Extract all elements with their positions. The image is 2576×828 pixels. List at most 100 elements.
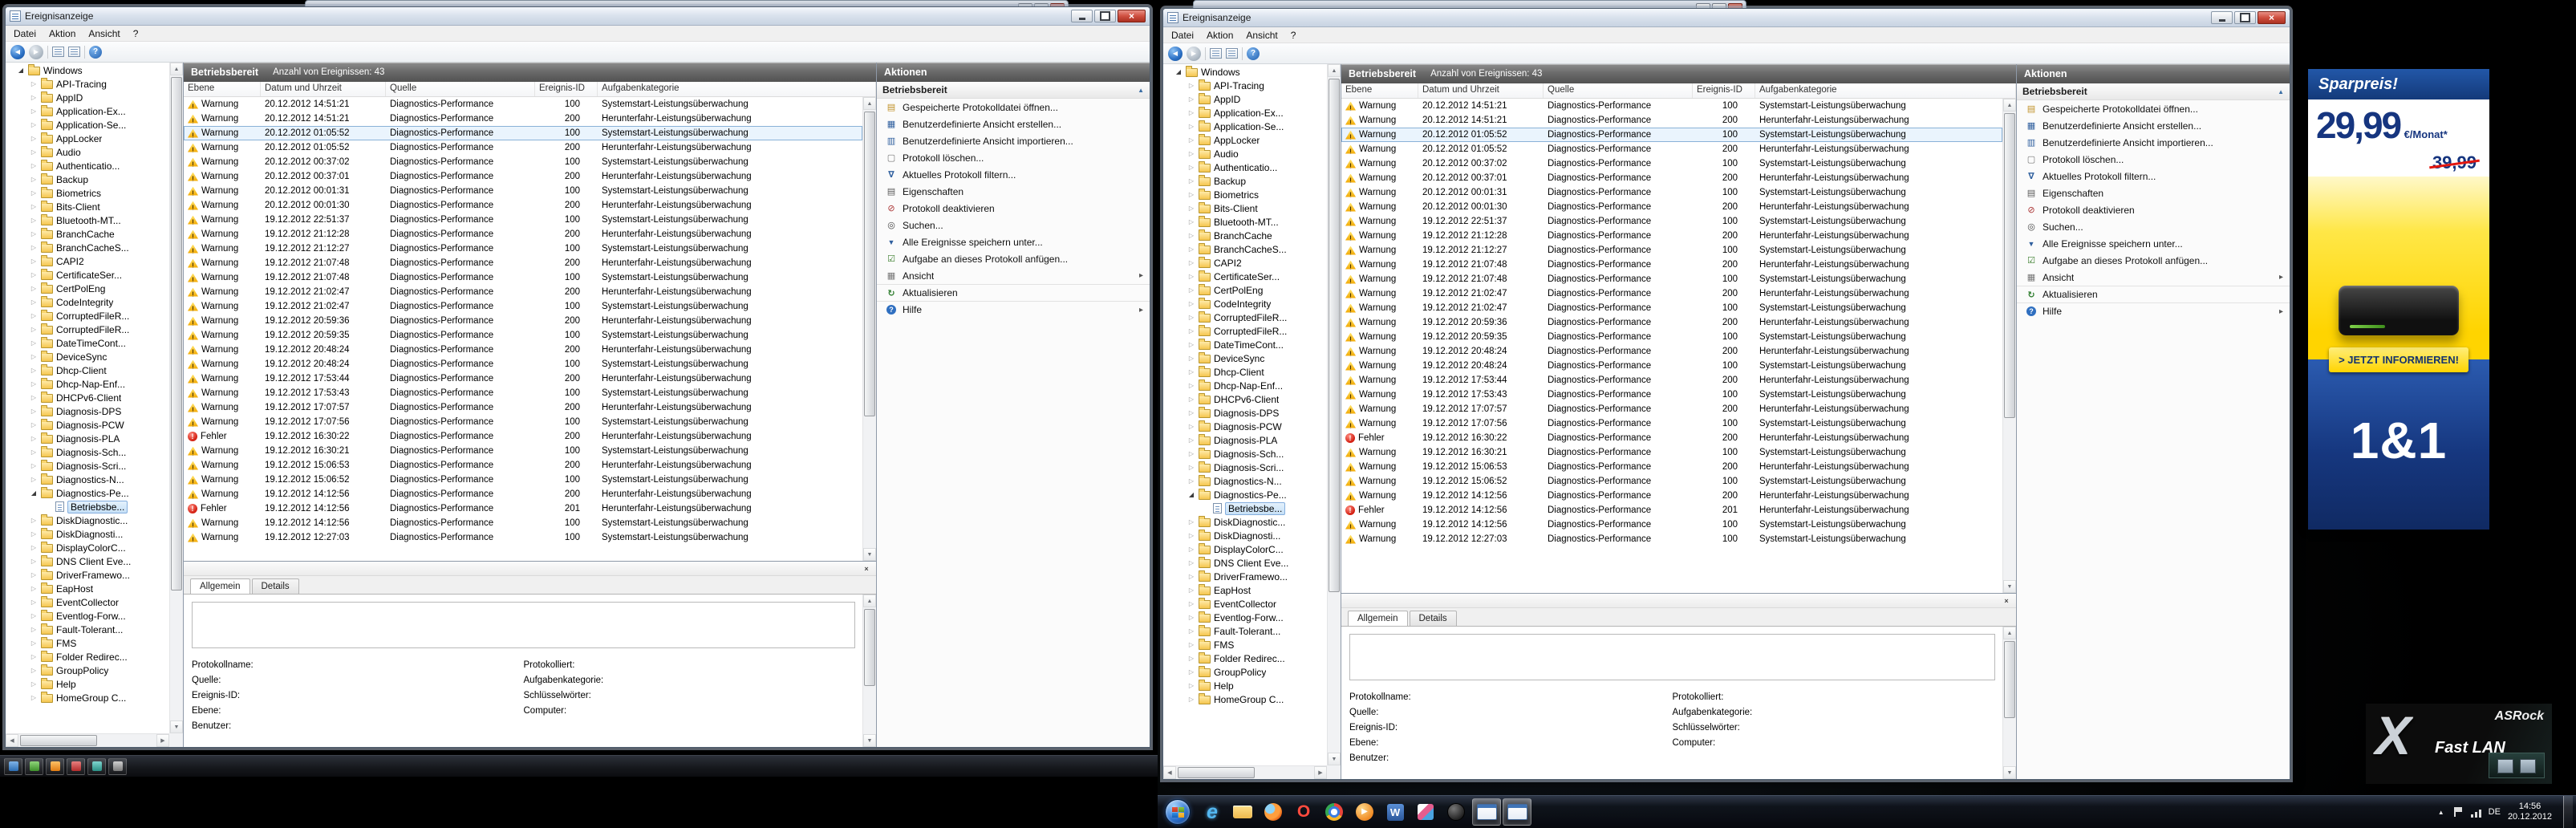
- action-item[interactable]: Protokoll löschen...: [877, 149, 1150, 166]
- tree-item[interactable]: AppLocker: [1163, 133, 1327, 147]
- scrollbar-thumb[interactable]: [1178, 767, 1255, 778]
- tree-expander-icon[interactable]: [1187, 423, 1195, 430]
- tree-expander-icon[interactable]: [30, 258, 38, 265]
- minimize-button[interactable]: [2211, 11, 2233, 24]
- tree-item[interactable]: Eventlog-Forw...: [1163, 611, 1327, 624]
- event-row[interactable]: Warnung 19.12.2012 21:07:48 Diagnostics-…: [184, 256, 862, 270]
- tree-item[interactable]: Betriebsbe...: [6, 500, 169, 513]
- close-preview-button[interactable]: [2000, 595, 2013, 606]
- tree-item[interactable]: DHCPv6-Client: [1163, 392, 1327, 406]
- clock[interactable]: 14:56 20.12.2012: [2508, 802, 2552, 822]
- action-center-icon[interactable]: [2452, 806, 2463, 818]
- tree-item[interactable]: DisplayColorC...: [6, 541, 169, 554]
- window-titlebar[interactable]: Ereignisanzeige: [1163, 9, 2290, 27]
- tree-item[interactable]: Audio: [6, 145, 169, 159]
- event-row[interactable]: Warnung 19.12.2012 12:27:03 Diagnostics-…: [184, 530, 862, 545]
- tree-expander-icon[interactable]: [30, 448, 38, 456]
- tree-expander-icon[interactable]: [1187, 218, 1195, 225]
- tree-expander-icon[interactable]: [1187, 191, 1195, 198]
- event-row[interactable]: Fehler 19.12.2012 16:30:22 Diagnostics-P…: [184, 429, 862, 444]
- tree-expander-icon[interactable]: [30, 230, 38, 237]
- tree-expander-icon[interactable]: [30, 353, 38, 360]
- event-row[interactable]: Warnung 19.12.2012 17:07:57 Diagnostics-…: [184, 400, 862, 415]
- tree-item[interactable]: Dhcp-Client: [6, 363, 169, 377]
- tree-expander-icon[interactable]: [30, 189, 38, 197]
- scroll-up-button[interactable]: ▲: [1328, 64, 1341, 77]
- action-item[interactable]: Alle Ereignisse speichern unter...: [2017, 235, 2290, 252]
- tree-expander-icon[interactable]: [1187, 232, 1195, 239]
- tree-expander-icon[interactable]: [1187, 573, 1195, 580]
- tree-expander-icon[interactable]: [1187, 696, 1195, 703]
- event-row[interactable]: Warnung 19.12.2012 21:07:48 Diagnostics-…: [1341, 272, 2002, 286]
- tree-item[interactable]: DriverFramewo...: [1163, 570, 1327, 583]
- action-item[interactable]: Benutzerdefinierte Ansicht importieren..…: [877, 132, 1150, 149]
- tree-item[interactable]: CertificateSer...: [1163, 270, 1327, 283]
- tree-expander-icon[interactable]: [30, 408, 38, 415]
- tree-expander-icon[interactable]: [30, 626, 38, 633]
- action-item[interactable]: Aufgabe an dieses Protokoll anfügen...: [877, 250, 1150, 267]
- column-header-datum[interactable]: Datum und Uhrzeit: [261, 82, 386, 96]
- event-row[interactable]: Warnung 19.12.2012 17:53:43 Diagnostics-…: [1341, 388, 2002, 402]
- event-row[interactable]: Warnung 19.12.2012 20:48:24 Diagnostics-…: [184, 343, 862, 357]
- tree-expander-icon[interactable]: [1187, 518, 1195, 526]
- column-header-aufgabenkategorie[interactable]: Aufgabenkategorie: [1755, 83, 2016, 98]
- tree-expander-icon[interactable]: [1187, 396, 1195, 403]
- taskbar-app-button[interactable]: [1320, 798, 1349, 826]
- tree-vertical-scrollbar[interactable]: ▲ ▼: [1327, 64, 1341, 765]
- taskbar-icon[interactable]: [4, 757, 22, 775]
- tree-expander-icon[interactable]: [30, 271, 38, 278]
- taskbar-app-button[interactable]: [1228, 798, 1257, 826]
- scrollbar-thumb[interactable]: [2004, 113, 2015, 418]
- scrollbar-thumb[interactable]: [20, 735, 97, 746]
- action-item[interactable]: Suchen...: [2017, 218, 2290, 235]
- tree-item[interactable]: DeviceSync: [6, 350, 169, 363]
- tree-item[interactable]: CorruptedFileR...: [6, 309, 169, 323]
- tree-expander-icon[interactable]: [30, 571, 38, 578]
- action-item[interactable]: Protokoll deaktivieren: [877, 200, 1150, 217]
- tree-expander-icon[interactable]: [1187, 205, 1195, 212]
- tree-expander-icon[interactable]: [30, 176, 38, 183]
- tree-item[interactable]: GroupPolicy: [1163, 665, 1327, 679]
- action-item[interactable]: Hilfe: [2017, 302, 2290, 319]
- tree-expander-icon[interactable]: [1187, 436, 1195, 444]
- network-icon[interactable]: [2469, 806, 2481, 818]
- menu-item[interactable]: Datei: [1165, 28, 1200, 43]
- event-row[interactable]: Warnung 20.12.2012 00:37:01 Diagnostics-…: [1341, 171, 2002, 185]
- menu-item[interactable]: Ansicht: [82, 26, 126, 41]
- tree-expander-icon[interactable]: [30, 694, 38, 701]
- tree-item[interactable]: DateTimeCont...: [6, 336, 169, 350]
- taskbar-icon[interactable]: [25, 757, 43, 775]
- action-item[interactable]: Gespeicherte Protokolldatei öffnen...: [877, 99, 1150, 116]
- tree-item[interactable]: DateTimeCont...: [1163, 338, 1327, 351]
- event-row[interactable]: Fehler 19.12.2012 14:12:56 Diagnostics-P…: [184, 501, 862, 516]
- maximize-button[interactable]: [1094, 10, 1116, 22]
- column-header-ereignis-id[interactable]: Ereignis-ID: [1693, 83, 1755, 98]
- tree-item[interactable]: Diagnosis-Sch...: [1163, 447, 1327, 461]
- tree-expander-icon[interactable]: [1187, 82, 1195, 89]
- action-item[interactable]: Protokoll löschen...: [2017, 151, 2290, 168]
- tree-item[interactable]: CodeIntegrity: [1163, 297, 1327, 310]
- tree-item[interactable]: Diagnosis-PLA: [1163, 433, 1327, 447]
- event-row[interactable]: Warnung 20.12.2012 00:01:31 Diagnostics-…: [1341, 185, 2002, 200]
- action-item[interactable]: Alle Ereignisse speichern unter...: [877, 233, 1150, 250]
- tree-vertical-scrollbar[interactable]: ▲ ▼: [169, 63, 183, 733]
- column-header-quelle[interactable]: Quelle: [386, 82, 535, 96]
- tree-expander-icon[interactable]: [1187, 177, 1195, 185]
- event-row[interactable]: Warnung 20.12.2012 00:37:01 Diagnostics-…: [184, 169, 862, 184]
- scrollbar-thumb[interactable]: [864, 112, 875, 416]
- scroll-left-button[interactable]: ◀: [6, 734, 18, 747]
- tree-item[interactable]: Application-Se...: [6, 118, 169, 132]
- help-button[interactable]: [1247, 47, 1260, 60]
- tree-item[interactable]: BranchCacheS...: [1163, 242, 1327, 256]
- tree-expander-icon[interactable]: [30, 639, 38, 647]
- tree-expander-icon[interactable]: [30, 680, 38, 688]
- tree-expander-icon[interactable]: [30, 421, 38, 428]
- event-row[interactable]: Warnung 19.12.2012 17:53:44 Diagnostics-…: [184, 371, 862, 386]
- event-row[interactable]: Warnung 19.12.2012 22:51:37 Diagnostics-…: [184, 213, 862, 227]
- action-item[interactable]: Benutzerdefinierte Ansicht erstellen...: [2017, 117, 2290, 134]
- event-row[interactable]: Warnung 20.12.2012 00:01:30 Diagnostics-…: [1341, 200, 2002, 214]
- tree-expander-icon[interactable]: [30, 517, 38, 524]
- action-item[interactable]: Aktualisieren: [2017, 286, 2290, 302]
- tree-item[interactable]: Application-Se...: [1163, 120, 1327, 133]
- tree-expander-icon[interactable]: [1187, 368, 1195, 375]
